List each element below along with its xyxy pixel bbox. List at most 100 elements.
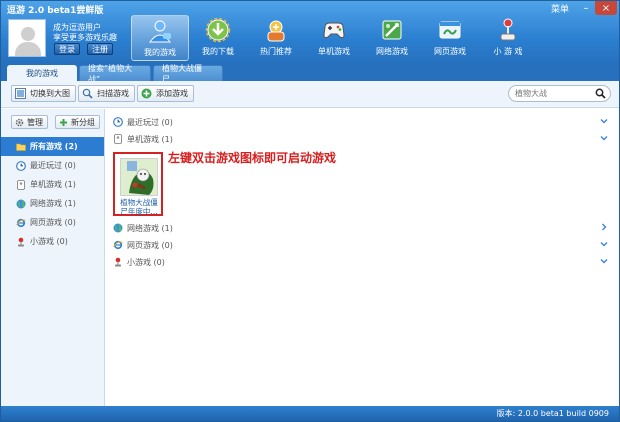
globe-icon [113,223,123,233]
group-recent[interactable]: 最近玩过 (0) [113,115,609,129]
toolbar: 切换到大图 扫描游戏 添加游戏 [1,81,619,108]
joystick-icon [16,237,26,247]
sidebar-item-web[interactable]: 网页游戏 (0) [1,213,104,232]
app-title: 逗游 2.0 beta1尝鲜版 [7,6,104,16]
my-games-icon [147,18,173,44]
tab-bar: 我的游戏 搜索“植物大战” 植物大战僵尸... [1,64,619,84]
sidebar-item-online[interactable]: 网络游戏 (1) [1,194,104,213]
group-online[interactable]: 网络游戏 (1) [113,221,609,235]
scan-games-button[interactable]: 扫描游戏 [78,85,135,102]
search-input[interactable] [515,89,595,98]
magnifier-icon [82,88,93,99]
clock-icon [113,117,123,127]
nav-mini-games-label: 小 游 戏 [493,47,523,56]
sidebar-item-mini[interactable]: 小游戏 (0) [1,232,104,251]
user-prompt-line2: 享受更多游戏乐趣 [53,33,117,42]
sidebar-item-label: 所有游戏 (2) [30,142,78,151]
group-label: 单机游戏 (1) [127,134,173,144]
group-mini[interactable]: 小游戏 (0) [113,255,609,269]
nav-mini-games[interactable]: 小 游 戏 [479,15,537,61]
switch-view-button[interactable]: 切换到大图 [11,85,76,102]
tab-my-games[interactable]: 我的游戏 [7,65,77,81]
switch-view-label: 切换到大图 [30,89,70,98]
manage-label: 管理 [27,117,43,127]
group-web[interactable]: 网页游戏 (0) [113,238,609,252]
login-button[interactable]: 登录 [54,43,80,55]
group-label: 网页游戏 (0) [127,240,173,250]
sidebar-item-all-games[interactable]: 所有游戏 (2) [1,137,104,156]
sidebar-item-label: 网页游戏 (0) [30,218,76,227]
gamepad-icon [321,17,347,43]
add-icon [141,88,152,99]
scan-games-label: 扫描游戏 [97,89,129,98]
joystick-icon [113,257,123,267]
ie-icon [16,218,26,228]
sidebar-item-label: 单机游戏 (1) [30,180,76,189]
gamepad-icon [113,134,123,144]
sidebar-item-label: 最近玩过 (0) [30,161,76,170]
app-window: 逗游 2.0 beta1尝鲜版 菜单 – × 成为逗游用户 享受更多游戏乐趣 登… [0,0,620,422]
register-button[interactable]: 注册 [87,43,113,55]
online-game-icon [379,17,405,43]
close-button[interactable]: × [595,1,617,15]
nav-web-games[interactable]: 网页游戏 [421,15,479,61]
sidebar-item-recent[interactable]: 最近玩过 (0) [1,156,104,175]
avatar[interactable] [8,19,46,57]
nav-single-games[interactable]: 单机游戏 [305,15,363,61]
nav-my-games-label: 我的游戏 [144,48,176,57]
web-game-icon [437,17,463,43]
nav-single-games-label: 单机游戏 [318,47,350,56]
plus-icon [59,118,68,127]
ie-icon [113,240,123,250]
game-name: 植物大战僵尸年度中... [120,198,158,216]
sidebar-list: 所有游戏 (2) 最近玩过 (0) 单机游戏 (1) 网络游戏 (1) 网页游戏… [1,137,104,251]
chevron-down-icon[interactable] [599,133,609,143]
tab-game-detail[interactable]: 植物大战僵尸... [153,64,223,84]
minimize-button[interactable]: – [577,1,595,15]
status-bar: 版本: 2.0.0 beta1 build 0909 [1,406,619,421]
main-nav: 我的游戏 我的下载 热门推荐 单机游戏 网络游戏 网页游戏 小 游 戏 [131,15,537,61]
folder-icon [16,142,26,152]
search-icon[interactable] [595,88,606,99]
manage-button[interactable]: 管理 [11,115,48,129]
new-group-button[interactable]: 新分组 [55,115,100,129]
nav-recommend[interactable]: 热门推荐 [247,15,305,61]
group-label: 小游戏 (0) [127,257,165,267]
globe-icon [16,199,26,209]
new-group-label: 新分组 [71,117,95,127]
download-icon [205,17,231,43]
nav-online-games[interactable]: 网络游戏 [363,15,421,61]
game-tile-pvz[interactable]: 植物大战僵尸年度中... [113,152,163,216]
avatar-head-icon [21,27,35,41]
sidebar-item-label: 网络游戏 (1) [30,199,76,208]
gear-icon [15,118,24,127]
nav-my-games[interactable]: 我的游戏 [131,15,189,61]
nav-online-games-label: 网络游戏 [376,47,408,56]
launch-hint: 左键双击游戏图标即可启动游戏 [168,151,337,165]
search-box [508,85,611,102]
version-text: 版本: 2.0.0 beta1 build 0909 [496,409,609,418]
large-view-icon [15,88,26,99]
recommend-icon [263,17,289,43]
game-list-area: 最近玩过 (0) 单机游戏 (1) 植物大战僵尸年度中... 左键双击游戏图标即… [106,109,619,406]
sidebar-item-label: 小游戏 (0) [30,237,68,246]
sidebar-item-single[interactable]: 单机游戏 (1) [1,175,104,194]
nav-downloads-label: 我的下载 [202,47,234,56]
nav-downloads[interactable]: 我的下载 [189,15,247,61]
avatar-body-icon [15,42,41,56]
chevron-down-icon[interactable] [599,239,609,249]
group-label: 最近玩过 (0) [127,117,173,127]
gamepad-icon [16,179,26,190]
header: 逗游 2.0 beta1尝鲜版 菜单 – × 成为逗游用户 享受更多游戏乐趣 登… [1,1,619,65]
add-game-button[interactable]: 添加游戏 [137,85,194,102]
chevron-down-icon[interactable] [599,256,609,266]
chevron-down-icon[interactable] [599,116,609,126]
group-single[interactable]: 单机游戏 (1) [113,132,609,146]
nav-web-games-label: 网页游戏 [434,47,466,56]
nav-recommend-label: 热门推荐 [260,47,292,56]
chevron-right-icon[interactable] [599,222,609,232]
add-game-label: 添加游戏 [156,89,188,98]
tab-search-result[interactable]: 搜索“植物大战” [79,64,151,84]
sidebar: 管理 新分组 所有游戏 (2) 最近玩过 (0) 单机游戏 (1) 网络游戏 (… [1,109,105,406]
menu-button[interactable]: 菜单 [551,2,569,15]
